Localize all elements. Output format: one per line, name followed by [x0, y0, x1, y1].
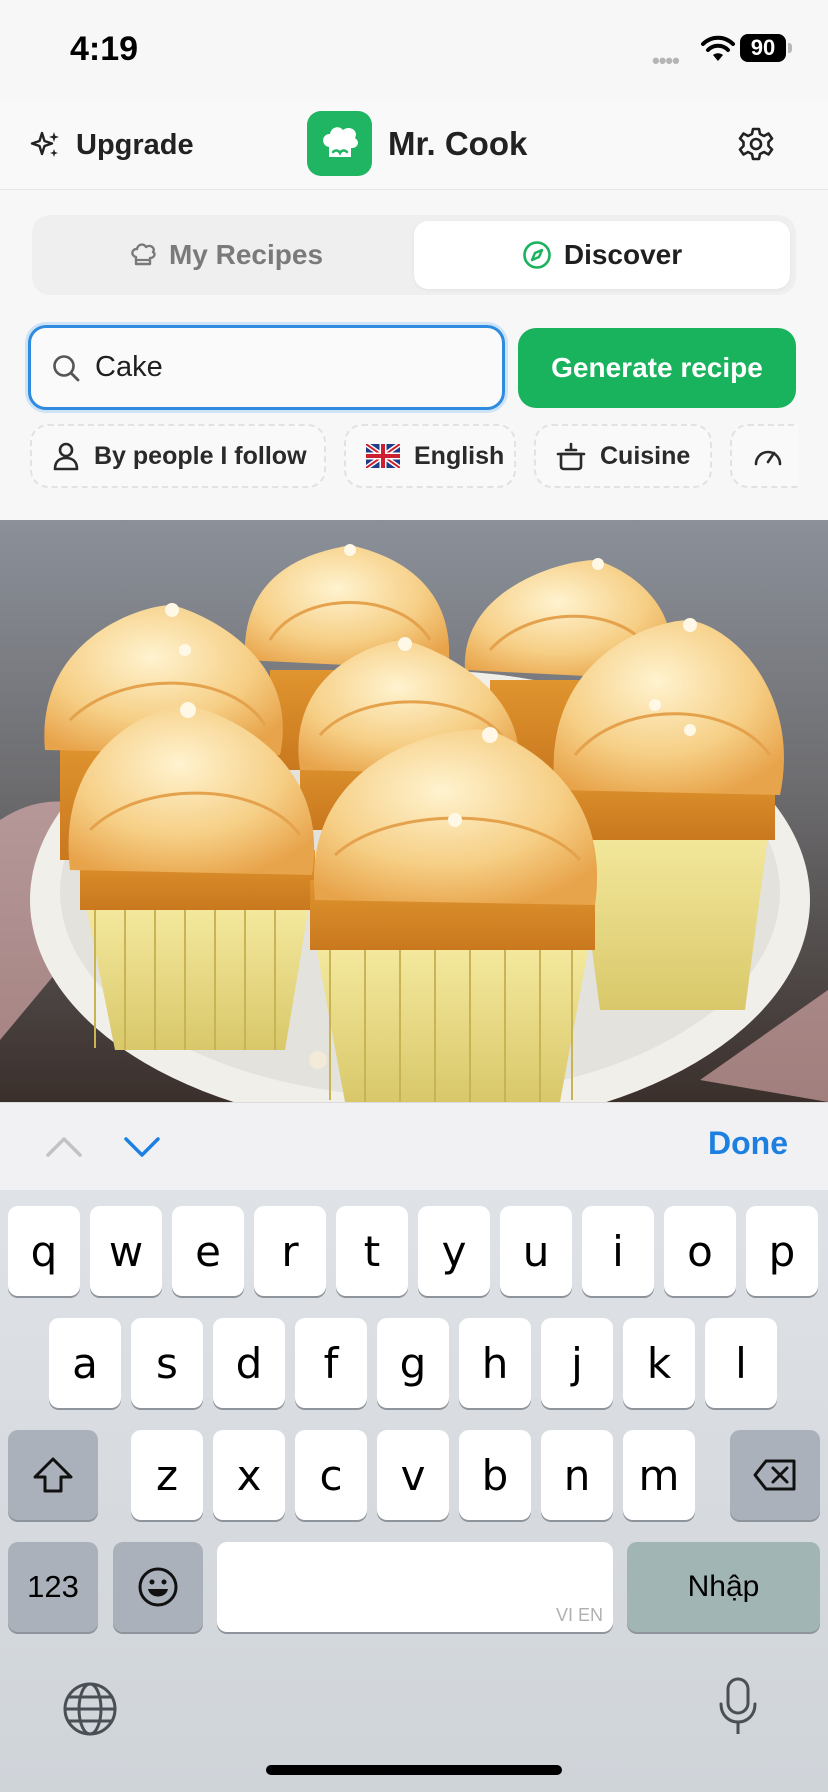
home-indicator[interactable]	[266, 1765, 562, 1775]
filter-difficulty[interactable]	[730, 424, 798, 488]
status-time: 4:19	[70, 30, 139, 68]
compass-icon	[523, 241, 551, 269]
battery-tip	[788, 43, 792, 53]
uk-flag-icon	[366, 444, 400, 468]
key-m[interactable]: m	[623, 1430, 695, 1520]
shift-key[interactable]	[8, 1430, 98, 1520]
keyboard-accessory-bar: Done	[0, 1102, 828, 1190]
person-icon	[53, 442, 79, 471]
battery-icon: 90	[740, 34, 786, 62]
cellular-signal-icon: ••••	[652, 48, 680, 73]
upgrade-button[interactable]: Upgrade	[30, 122, 194, 168]
key-o[interactable]: o	[664, 1206, 736, 1296]
tab-discover-label: Discover	[563, 239, 683, 270]
done-button[interactable]: Done	[708, 1125, 788, 1162]
filter-people-i-follow[interactable]: By people I follow	[30, 424, 326, 488]
app-name: Mr. Cook	[388, 124, 528, 162]
key-s[interactable]: s	[131, 1318, 203, 1408]
app-brand: Mr. Cook	[307, 111, 527, 176]
chef-hat-logo-icon	[307, 111, 372, 176]
pot-icon	[556, 442, 586, 471]
generate-recipe-button[interactable]: Generate recipe	[518, 328, 796, 408]
key-a[interactable]: a	[49, 1318, 121, 1408]
key-h[interactable]: h	[459, 1318, 531, 1408]
key-t[interactable]: t	[336, 1206, 408, 1296]
search-icon	[53, 354, 80, 381]
segmented-tabs: My Recipes Discover	[32, 215, 796, 295]
search-input[interactable]: Cake	[28, 325, 505, 410]
shift-arrow-icon	[33, 1457, 73, 1493]
filter-people-label: By people I follow	[94, 441, 307, 470]
microphone-icon[interactable]	[716, 1676, 760, 1738]
key-j[interactable]: j	[541, 1318, 613, 1408]
gauge-icon	[754, 450, 782, 466]
numbers-key[interactable]: 123	[8, 1542, 98, 1632]
key-n[interactable]: n	[541, 1430, 613, 1520]
space-language-hint: VI EN	[555, 1605, 603, 1625]
filter-chips: By people I follow English Cuisine	[30, 424, 798, 490]
backspace-icon	[753, 1459, 796, 1491]
tab-my-recipes[interactable]: My Recipes	[40, 221, 412, 289]
filter-cuisine[interactable]: Cuisine	[534, 424, 712, 488]
key-k[interactable]: k	[623, 1318, 695, 1408]
filter-language[interactable]: English	[344, 424, 516, 488]
key-c[interactable]: c	[295, 1430, 367, 1520]
key-b[interactable]: b	[459, 1430, 531, 1520]
enter-key[interactable]: Nhập	[627, 1542, 820, 1632]
chevron-down-icon[interactable]	[122, 1133, 162, 1163]
key-f[interactable]: f	[295, 1318, 367, 1408]
key-v[interactable]: v	[377, 1430, 449, 1520]
emoji-icon	[138, 1567, 178, 1607]
chef-hat-icon	[131, 243, 156, 266]
key-g[interactable]: g	[377, 1318, 449, 1408]
recipe-cupcakes-image[interactable]	[0, 520, 828, 1102]
key-p[interactable]: p	[746, 1206, 818, 1296]
filter-language-label: English	[414, 441, 505, 470]
backspace-key[interactable]	[730, 1430, 820, 1520]
sparkles-icon	[30, 131, 59, 157]
status-bar: 4:19 •••• 90	[0, 0, 828, 100]
space-key[interactable]: VI EN	[217, 1542, 613, 1632]
tab-discover[interactable]: Discover	[414, 221, 790, 289]
filter-cuisine-label: Cuisine	[600, 441, 691, 470]
settings-gear-icon[interactable]	[738, 126, 774, 162]
key-q[interactable]: q	[8, 1206, 80, 1296]
app-header: Upgrade Mr. Cook	[0, 100, 828, 190]
emoji-key[interactable]	[113, 1542, 203, 1632]
chevron-up-icon[interactable]	[44, 1131, 84, 1161]
upgrade-label: Upgrade	[76, 128, 194, 161]
key-r[interactable]: r	[254, 1206, 326, 1296]
key-e[interactable]: e	[172, 1206, 244, 1296]
key-y[interactable]: y	[418, 1206, 490, 1296]
key-d[interactable]: d	[213, 1318, 285, 1408]
tab-my-recipes-label: My Recipes	[168, 239, 324, 270]
search-input-value: Cake	[95, 351, 163, 383]
key-l[interactable]: l	[705, 1318, 777, 1408]
globe-icon[interactable]	[62, 1681, 118, 1737]
key-x[interactable]: x	[213, 1430, 285, 1520]
key-i[interactable]: i	[582, 1206, 654, 1296]
key-z[interactable]: z	[131, 1430, 203, 1520]
key-u[interactable]: u	[500, 1206, 572, 1296]
key-w[interactable]: w	[90, 1206, 162, 1296]
wifi-icon	[701, 35, 735, 61]
